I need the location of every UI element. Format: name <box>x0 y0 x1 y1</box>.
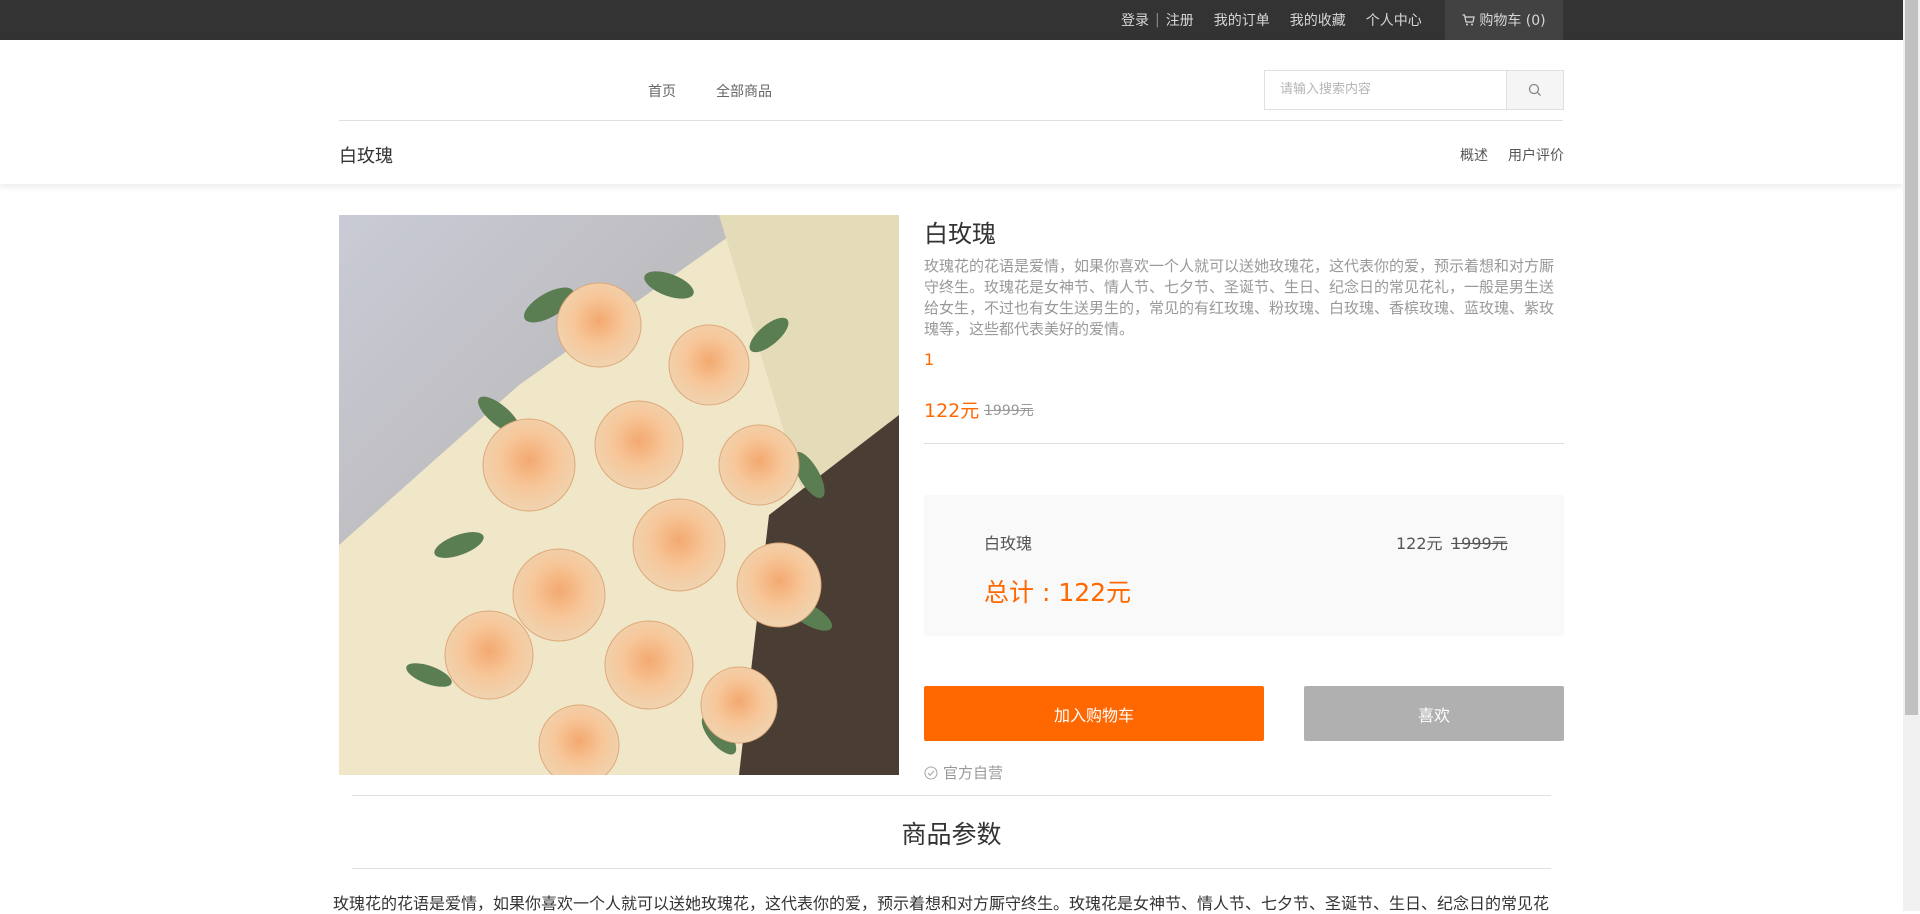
summary-name: 白玫瑰 <box>984 534 1033 553</box>
official-label: 官方自营 <box>943 764 1004 782</box>
search-icon <box>1528 83 1541 96</box>
header-divider <box>339 120 1563 121</box>
subnav-overview[interactable]: 概述 <box>1460 145 1488 165</box>
page-scrollbar[interactable] <box>1903 0 1920 911</box>
order-summary: 白玫瑰 122元 1999元 总计 : 122元 <box>924 495 1564 636</box>
product-quantity: 1 <box>924 350 935 369</box>
check-circle-icon <box>924 765 938 780</box>
site-header <box>0 40 1903 184</box>
product-price: 122元 <box>924 400 980 422</box>
product-title: 白玫瑰 <box>924 220 996 248</box>
nav-home[interactable]: 首页 <box>648 81 676 101</box>
like-button[interactable]: 喜欢 <box>1304 686 1564 741</box>
cart-label: 购物车 (0) <box>1479 13 1546 29</box>
search-input[interactable]: 请输入搜索内容 <box>1264 70 1508 110</box>
scrollbar-thumb[interactable] <box>1905 0 1918 715</box>
my-orders-link[interactable]: 我的订单 <box>1214 10 1270 30</box>
params-title: 商品参数 <box>901 820 1002 849</box>
product-image <box>339 215 899 775</box>
params-text: 玫瑰花的花语是爱情，如果你喜欢一个人就可以送她玫瑰花，这代表你的爱，预示着想和对… <box>333 894 1550 913</box>
topbar-links: 登录 | 注册 我的订单 我的收藏 个人中心 <box>1121 0 1422 40</box>
personal-center-link[interactable]: 个人中心 <box>1366 10 1422 30</box>
nav-all-products[interactable]: 全部商品 <box>716 81 772 101</box>
official-badge: 官方自营 <box>924 762 1003 783</box>
params-top-divider <box>352 795 1551 796</box>
cart-button[interactable]: 购物车 (0) <box>1445 0 1563 40</box>
product-old-price: 1999元 <box>984 403 1034 419</box>
subnav-reviews[interactable]: 用户评价 <box>1508 145 1564 165</box>
login-link[interactable]: 登录 <box>1121 10 1149 30</box>
register-link[interactable]: 注册 <box>1166 10 1194 30</box>
summary-old-price: 1999元 <box>1451 534 1508 553</box>
price-divider <box>924 443 1564 444</box>
cart-icon <box>1462 14 1476 26</box>
my-favorites-link[interactable]: 我的收藏 <box>1290 10 1346 30</box>
search-button[interactable] <box>1506 70 1564 110</box>
separator: | <box>1155 12 1160 28</box>
product-subnav-title: 白玫瑰 <box>339 146 393 167</box>
add-to-cart-button[interactable]: 加入购物车 <box>924 686 1264 741</box>
params-bottom-divider <box>352 868 1551 869</box>
product-description: 玫瑰花的花语是爱情，如果你喜欢一个人就可以送她玫瑰花，这代表你的爱，预示着想和对… <box>924 257 1555 338</box>
summary-price: 122元 <box>1396 534 1443 553</box>
summary-total: 总计 : 122元 <box>984 578 1132 607</box>
top-bar: 登录 | 注册 我的订单 我的收藏 个人中心 购物车 (0) <box>0 0 1903 40</box>
